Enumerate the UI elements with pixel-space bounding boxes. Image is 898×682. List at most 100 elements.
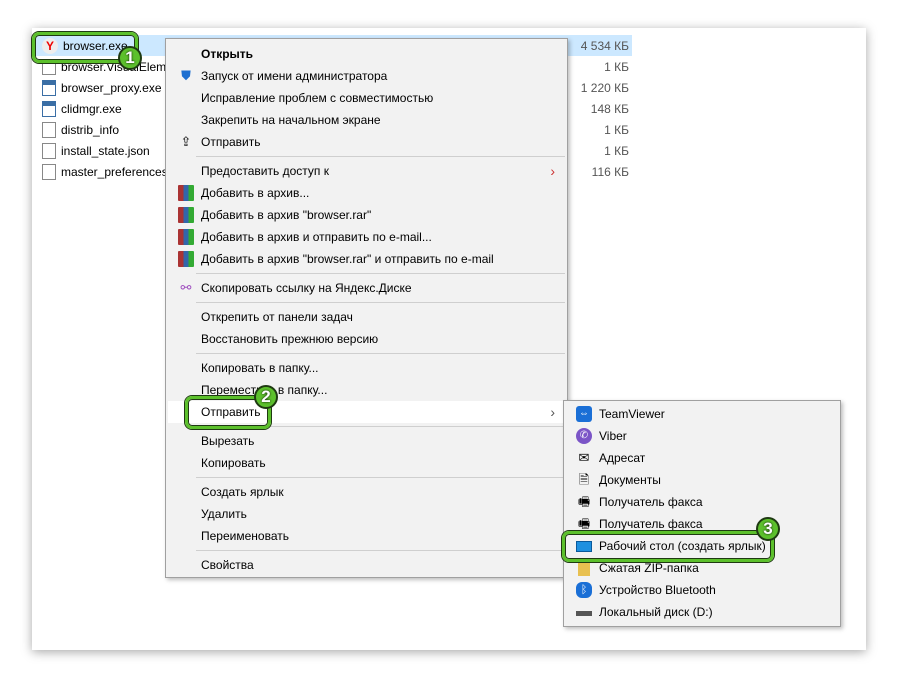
annotation-badge-3: 3 <box>756 517 780 541</box>
menu-item-label: Добавить в архив и отправить по e-mail..… <box>201 230 432 244</box>
documents-icon: 🗎 <box>578 472 590 487</box>
send-to-item[interactable]: ⇔ TeamViewer <box>566 403 838 425</box>
menu-item-copy[interactable]: Копировать <box>168 452 565 474</box>
menu-item-pin-start[interactable]: Закрепить на начальном экране <box>168 109 565 131</box>
bluetooth-icon: ᛒ <box>576 582 592 598</box>
winrar-icon <box>178 207 194 223</box>
menu-item-label: Получатель факса <box>599 517 703 531</box>
menu-item-label: Локальный диск (D:) <box>599 605 713 619</box>
annotation-box-3 <box>562 531 774 562</box>
share-icon: ⇪ <box>180 134 192 149</box>
menu-item-label: Добавить в архив "browser.rar" и отправи… <box>201 252 494 266</box>
link-icon: ⚯ <box>180 280 192 295</box>
menu-item-label: Отправить <box>201 135 261 149</box>
disk-drive-icon <box>576 604 592 620</box>
menu-item-label: Открыть <box>201 47 254 61</box>
menu-item-add-archive[interactable]: Добавить в архив... <box>168 182 565 204</box>
file-name: clidmgr.exe <box>61 101 122 116</box>
send-to-item[interactable]: ✉ Адресат <box>566 447 838 469</box>
menu-item-label: Переименовать <box>201 529 289 543</box>
menu-item-give-access[interactable]: Предоставить доступ к › <box>168 160 565 182</box>
send-to-item[interactable]: 🖷 Получатель факса <box>566 491 838 513</box>
send-to-item[interactable]: Локальный диск (D:) <box>566 601 838 623</box>
viber-icon: ✆ <box>576 428 592 444</box>
menu-item-delete[interactable]: Удалить <box>168 503 565 525</box>
menu-item-shortcut[interactable]: Создать ярлык <box>168 481 565 503</box>
file-size: 1 КБ <box>604 143 629 158</box>
winrar-icon <box>178 251 194 267</box>
menu-item-label: Получатель факса <box>599 495 703 509</box>
menu-item-add-email[interactable]: Добавить в архив и отправить по e-mail..… <box>168 226 565 248</box>
file-icon <box>42 163 56 180</box>
shield-icon: ⛊ <box>181 68 191 83</box>
menu-separator <box>196 550 565 551</box>
menu-item-label: Вырезать <box>201 434 255 448</box>
menu-item-label: Восстановить прежнюю версию <box>201 332 379 346</box>
menu-separator <box>196 353 565 354</box>
send-to-submenu: ⇔ TeamViewer ✆ Viber ✉ Адресат 🗎 Документы 🖷 Полу… <box>563 400 841 627</box>
file-name: install_state.json <box>61 143 150 158</box>
menu-item-label: Создать ярлык <box>201 485 284 499</box>
menu-separator <box>196 156 565 157</box>
teamviewer-icon: ⇔ <box>576 406 592 422</box>
file-icon <box>42 142 56 159</box>
mail-recipient-icon: ✉ <box>578 450 590 465</box>
chevron-right-icon: › <box>550 163 555 179</box>
menu-item-label: Документы <box>599 473 661 487</box>
menu-item-restore[interactable]: Восстановить прежнюю версию <box>168 328 565 350</box>
menu-item-label: Закрепить на начальном экране <box>201 113 381 127</box>
send-to-item[interactable]: ᛒ Устройство Bluetooth <box>566 579 838 601</box>
annotation-badge-2: 2 <box>254 385 278 409</box>
file-size: 1 220 КБ <box>580 80 629 95</box>
menu-separator <box>196 273 565 274</box>
annotation-badge-1: 1 <box>118 46 142 70</box>
menu-item-label: Свойства <box>201 558 254 572</box>
file-size: 4 534 КБ <box>580 38 629 53</box>
file-size: 1 КБ <box>604 122 629 137</box>
menu-item-label: Добавить в архив "browser.rar" <box>201 208 372 222</box>
file-name: master_preferences <box>61 164 168 179</box>
exe-icon <box>42 79 56 96</box>
menu-item-label: TeamViewer <box>599 407 665 421</box>
menu-item-label: Скопировать ссылку на Яндекс.Диске <box>201 281 412 295</box>
menu-item-rename[interactable]: Переименовать <box>168 525 565 547</box>
menu-item-compat[interactable]: Исправление проблем с совместимостью <box>168 87 565 109</box>
fax-icon: 🖷 <box>577 494 591 509</box>
file-size: 148 КБ <box>590 101 629 116</box>
file-icon <box>42 121 56 138</box>
file-size: 1 КБ <box>604 59 629 74</box>
menu-item-label: Открепить от панели задач <box>201 310 353 324</box>
menu-item-label: Адресат <box>599 451 646 465</box>
menu-item-label: Сжатая ZIP-папка <box>599 561 699 575</box>
menu-item-label: Запуск от имени администратора <box>201 69 388 83</box>
menu-item-label: Копировать в папку... <box>201 361 319 375</box>
menu-item-label: Копировать <box>201 456 266 470</box>
send-to-item[interactable]: 🗎 Документы <box>566 469 838 491</box>
menu-item-copy-to[interactable]: Копировать в папку... <box>168 357 565 379</box>
menu-item-yadisk[interactable]: ⚯ Скопировать ссылку на Яндекс.Диске <box>168 277 565 299</box>
menu-item-label: Добавить в архив... <box>201 186 310 200</box>
file-name: distrib_info <box>61 122 120 137</box>
menu-item-add-rar-email[interactable]: Добавить в архив "browser.rar" и отправи… <box>168 248 565 270</box>
menu-item-label: Удалить <box>201 507 247 521</box>
menu-separator <box>196 477 565 478</box>
fax-icon: 🖷 <box>577 516 591 531</box>
zip-folder-icon <box>576 560 592 576</box>
menu-item-cut[interactable]: Вырезать <box>168 430 565 452</box>
chevron-right-icon: › <box>550 404 555 420</box>
winrar-icon <box>178 229 194 245</box>
menu-item-unpin-taskbar[interactable]: Открепить от панели задач <box>168 306 565 328</box>
menu-item-label: Исправление проблем с совместимостью <box>201 91 434 105</box>
menu-item-open[interactable]: Открыть <box>168 43 565 65</box>
menu-item-add-rar[interactable]: Добавить в архив "browser.rar" <box>168 204 565 226</box>
menu-item-properties[interactable]: Свойства <box>168 554 565 576</box>
context-menu: Открыть ⛊ Запуск от имени администратора Ис… <box>165 38 568 578</box>
menu-item-label: Viber <box>599 429 627 443</box>
send-to-item[interactable]: ✆ Viber <box>566 425 838 447</box>
file-size: 116 КБ <box>591 164 629 179</box>
menu-item-share[interactable]: ⇪ Отправить <box>168 131 565 153</box>
exe-icon <box>42 100 56 117</box>
menu-item-label: Устройство Bluetooth <box>599 583 716 597</box>
menu-item-run-admin[interactable]: ⛊ Запуск от имени администратора <box>168 65 565 87</box>
menu-separator <box>196 302 565 303</box>
